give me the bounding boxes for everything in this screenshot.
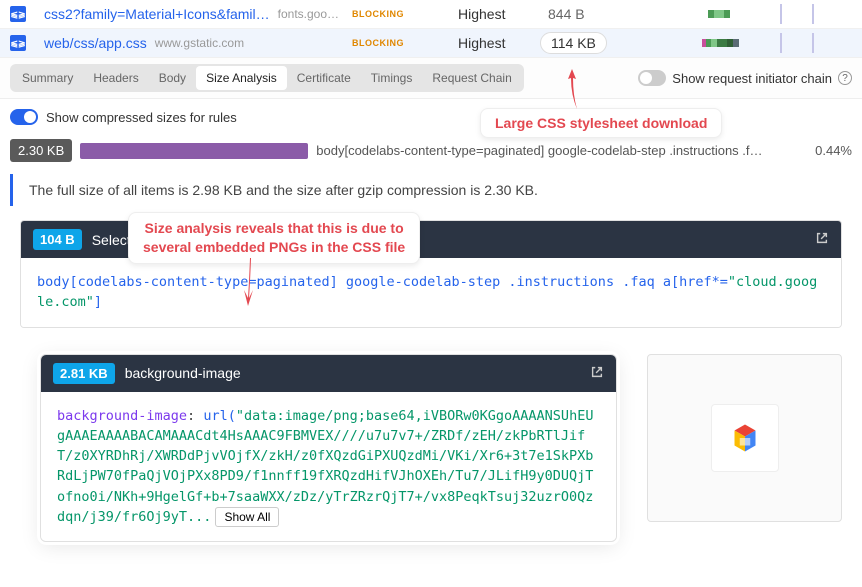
css-file-icon: ⫹⫺ — [10, 6, 26, 22]
total-size-badge: 2.30 KB — [10, 139, 72, 162]
size: 844 B — [548, 6, 585, 22]
request-domain: www.gstatic.com — [155, 36, 244, 50]
external-link-icon[interactable] — [590, 365, 604, 382]
tab-timings[interactable]: Timings — [361, 66, 423, 90]
priority: Highest — [458, 35, 505, 51]
panel-size-badge: 2.81 KB — [53, 363, 115, 384]
css-file-icon: ⫹⫺ — [10, 35, 26, 51]
image-preview — [711, 404, 779, 472]
gcp-logo-icon — [727, 420, 763, 456]
request-name: css2?family=Material+Icons&famil… — [44, 6, 270, 22]
size-highlighted: 114 KB — [540, 32, 607, 54]
arrow-icon — [236, 256, 260, 310]
tabs: Summary Headers Body Size Analysis Certi… — [10, 64, 524, 92]
request-domain: fonts.goo… — [278, 7, 339, 21]
compressed-sizes-row: Show compressed sizes for rules — [0, 99, 862, 135]
waterfall-bar — [690, 6, 820, 22]
panel-code: body[codelabs-content-type=paginated] go… — [21, 258, 841, 327]
show-all-button[interactable]: Show All — [215, 507, 279, 527]
arrow-icon — [560, 65, 584, 113]
selector-text: body[codelabs-content-type=paginated] go… — [316, 143, 807, 158]
initiator-label: Show request initiator chain — [672, 71, 832, 86]
tab-headers[interactable]: Headers — [83, 66, 148, 90]
size-pct: 0.44% — [815, 143, 852, 158]
tab-request-chain[interactable]: Request Chain — [422, 66, 521, 90]
compressed-label: Show compressed sizes for rules — [46, 110, 237, 125]
summary-text: The full size of all items is 2.98 KB an… — [10, 174, 852, 206]
bg-image-panel: 2.81 KB background-image background-imag… — [40, 354, 617, 543]
annotation-reveals: Size analysis reveals that this is due t… — [128, 212, 420, 264]
panel-title: background-image — [125, 365, 241, 381]
blocking-badge: BLOCKING — [352, 38, 404, 48]
priority: Highest — [458, 6, 505, 22]
tab-size-analysis[interactable]: Size Analysis — [196, 66, 287, 90]
waterfall-bar — [690, 35, 820, 51]
size-bar — [80, 143, 308, 159]
blocking-badge: BLOCKING — [352, 9, 404, 19]
compressed-switch[interactable] — [10, 109, 38, 125]
request-name: web/css/app.css — [44, 35, 147, 51]
annotation-large-css: Large CSS stylesheet download — [480, 108, 722, 138]
external-link-icon[interactable] — [815, 231, 829, 248]
initiator-chain-toggle: Show request initiator chain ? — [638, 70, 852, 86]
panel-size-badge: 104 B — [33, 229, 82, 250]
request-row[interactable]: ⫹⫺ web/css/app.css www.gstatic.com BLOCK… — [0, 29, 862, 58]
tab-summary[interactable]: Summary — [12, 66, 83, 90]
info-icon[interactable]: ? — [838, 71, 852, 85]
request-row[interactable]: ⫹⫺ css2?family=Material+Icons&famil… fon… — [0, 0, 862, 29]
panel-code: background-image: url("data:image/png;ba… — [41, 392, 616, 542]
tab-body[interactable]: Body — [149, 66, 196, 90]
initiator-switch[interactable] — [638, 70, 666, 86]
total-size-bar: 2.30 KB body[codelabs-content-type=pagin… — [0, 135, 862, 166]
tabs-row: Summary Headers Body Size Analysis Certi… — [0, 58, 862, 99]
tab-certificate[interactable]: Certificate — [287, 66, 361, 90]
image-preview-panel — [647, 354, 842, 522]
